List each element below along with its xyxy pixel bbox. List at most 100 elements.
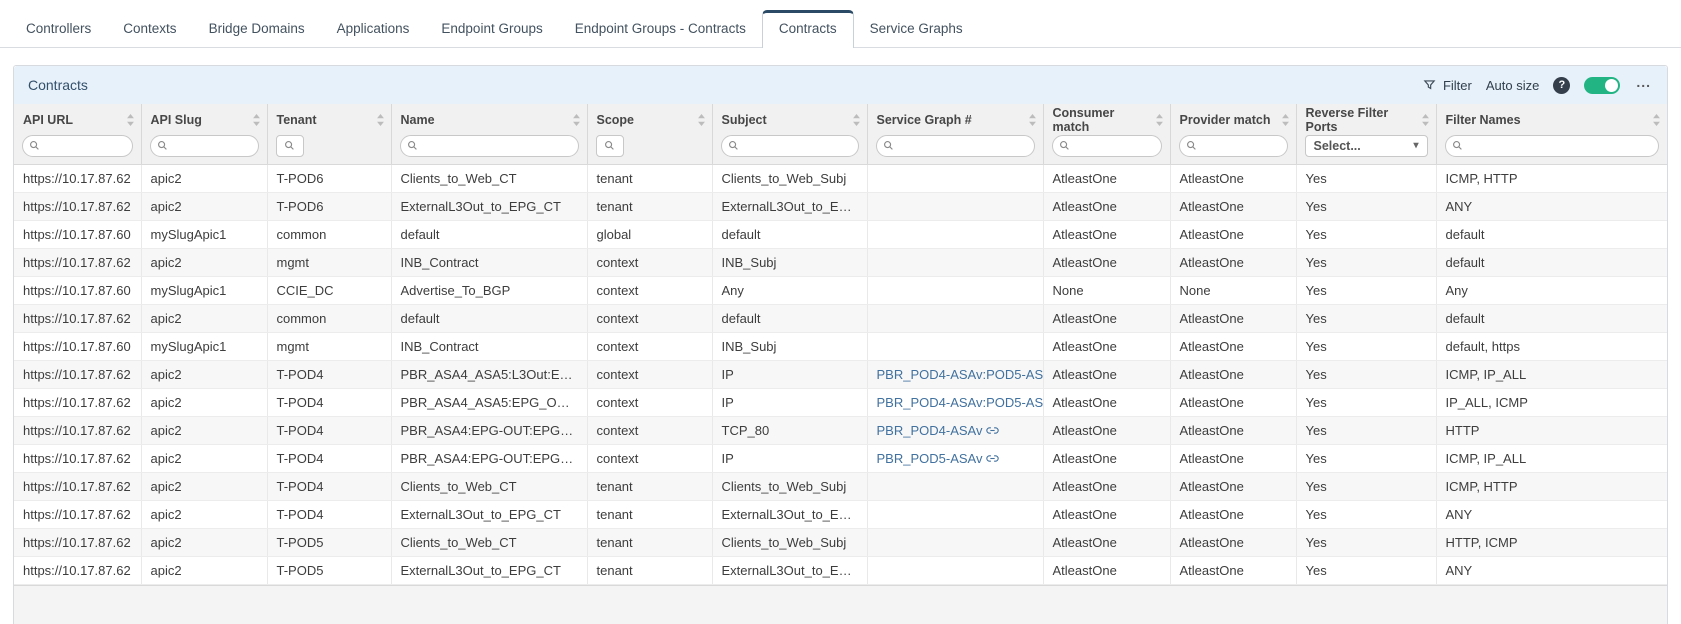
filter-input-filter-names[interactable] (1467, 139, 1653, 153)
cell-tenant: T-POD4 (267, 416, 391, 444)
cell-reverse-filter-ports: Yes (1296, 528, 1436, 556)
cell-api-slug: apic2 (141, 472, 267, 500)
column-header-reverse-filter-ports[interactable]: Reverse Filter Ports (1306, 106, 1417, 134)
sort-icon[interactable] (848, 114, 861, 126)
filter-search-provider-match[interactable] (1179, 135, 1288, 157)
filter-search-subject[interactable] (721, 135, 859, 157)
cell-filter-names: default (1436, 248, 1667, 276)
cell-subject: default (712, 304, 867, 332)
cell-service-graph: PBR_POD4-ASAv:POD5-ASAv (867, 360, 1043, 388)
filter-select-reverse-filter-ports[interactable]: Select...▾ (1305, 135, 1428, 157)
select-value: Select... (1314, 139, 1361, 153)
tab-endpoint-groups-contracts[interactable]: Endpoint Groups - Contracts (559, 11, 762, 47)
column-header-provider-match[interactable]: Provider match (1180, 113, 1271, 127)
column-header-consumer-match[interactable]: Consumer match (1053, 106, 1151, 134)
cell-name: Clients_to_Web_CT (391, 164, 587, 192)
filter-search-tenant[interactable] (276, 135, 304, 157)
cell-filter-names: ICMP, HTTP (1436, 472, 1667, 500)
sort-icon[interactable] (1024, 114, 1037, 126)
table-row[interactable]: https://10.17.87.62apic2T-POD6Clients_to… (14, 164, 1667, 192)
column-header-subject[interactable]: Subject (722, 113, 767, 127)
filter-input-consumer-match[interactable] (1074, 139, 1155, 153)
search-icon (407, 140, 418, 151)
column-header-service-graph[interactable]: Service Graph # (877, 113, 972, 127)
table-row[interactable]: https://10.17.87.62apic2T-POD4Clients_to… (14, 472, 1667, 500)
filter-input-provider-match[interactable] (1201, 139, 1281, 153)
column-header-scope[interactable]: Scope (597, 113, 635, 127)
overflow-menu-button[interactable]: ... (1634, 74, 1653, 96)
filter-search-api-url[interactable] (22, 135, 133, 157)
table-row[interactable]: https://10.17.87.62apic2T-POD5ExternalL3… (14, 556, 1667, 584)
cell-filter-names: HTTP, ICMP (1436, 528, 1667, 556)
filter-search-api-slug[interactable] (150, 135, 259, 157)
column-header-tenant[interactable]: Tenant (277, 113, 317, 127)
sort-icon[interactable] (248, 114, 261, 126)
filter-input-service-graph[interactable] (898, 139, 1028, 153)
service-graph-link[interactable]: PBR_POD4-ASAv (877, 423, 1000, 438)
cell-scope: context (587, 276, 712, 304)
sort-icon[interactable] (1417, 114, 1430, 126)
filter-input-subject[interactable] (743, 139, 852, 153)
sort-icon[interactable] (568, 114, 581, 126)
cell-name: ExternalL3Out_to_EPG_CT (391, 556, 587, 584)
table-row[interactable]: https://10.17.87.62apic2T-POD4PBR_ASA4:E… (14, 416, 1667, 444)
tab-service-graphs[interactable]: Service Graphs (854, 11, 979, 47)
column-header-filter-names[interactable]: Filter Names (1446, 113, 1521, 127)
sort-icon[interactable] (372, 114, 385, 126)
cell-scope: tenant (587, 500, 712, 528)
service-graph-link[interactable]: PBR_POD4-ASAv:POD5-ASAv (877, 367, 1044, 382)
cell-api-url: https://10.17.87.62 (14, 164, 141, 192)
table-row[interactable]: https://10.17.87.62apic2T-POD4ExternalL3… (14, 500, 1667, 528)
cell-consumer-match: AtleastOne (1043, 220, 1170, 248)
filter-search-scope[interactable] (596, 135, 624, 157)
filter-input-api-slug[interactable] (172, 139, 252, 153)
table-row[interactable]: https://10.17.87.62apic2commondefaultcon… (14, 304, 1667, 332)
auto-size-toggle[interactable] (1584, 77, 1620, 94)
column-header-api-url[interactable]: API URL (23, 113, 73, 127)
search-icon (29, 140, 40, 151)
cell-tenant: mgmt (267, 332, 391, 360)
help-icon[interactable]: ? (1553, 77, 1570, 94)
search-icon (1059, 140, 1070, 151)
table-row[interactable]: https://10.17.87.62apic2T-POD4PBR_ASA4_A… (14, 360, 1667, 388)
cell-api-slug: apic2 (141, 388, 267, 416)
cell-reverse-filter-ports: Yes (1296, 332, 1436, 360)
tab-bridge-domains[interactable]: Bridge Domains (193, 11, 321, 47)
toggle-knob (1605, 79, 1618, 92)
filter-search-consumer-match[interactable] (1052, 135, 1162, 157)
cell-name: default (391, 304, 587, 332)
tab-controllers[interactable]: Controllers (10, 11, 107, 47)
sort-icon[interactable] (693, 114, 706, 126)
tab-applications[interactable]: Applications (321, 11, 426, 47)
sort-icon[interactable] (1648, 114, 1661, 126)
table-row[interactable]: https://10.17.87.60mySlugApic1CCIE_DCAdv… (14, 276, 1667, 304)
filter-button[interactable]: Filter (1422, 78, 1472, 93)
service-graph-link[interactable]: PBR_POD5-ASAv (877, 451, 1000, 466)
table-row[interactable]: https://10.17.87.60mySlugApic1commondefa… (14, 220, 1667, 248)
column-header-api-slug[interactable]: API Slug (151, 113, 202, 127)
tab-contracts[interactable]: Contracts (762, 10, 854, 48)
service-graph-link[interactable]: PBR_POD4-ASAv:POD5-ASAv (877, 395, 1044, 410)
cell-name: INB_Contract (391, 332, 587, 360)
table-row[interactable]: https://10.17.87.62apic2T-POD4PBR_ASA4:E… (14, 444, 1667, 472)
tab-contexts[interactable]: Contexts (107, 11, 192, 47)
filter-search-service-graph[interactable] (876, 135, 1035, 157)
filter-search-name[interactable] (400, 135, 579, 157)
table-row[interactable]: https://10.17.87.62apic2T-POD6ExternalL3… (14, 192, 1667, 220)
table-row[interactable]: https://10.17.87.62apic2mgmtINB_Contract… (14, 248, 1667, 276)
filter-input-name[interactable] (422, 139, 572, 153)
table-row[interactable]: https://10.17.87.62apic2T-POD4PBR_ASA4_A… (14, 388, 1667, 416)
cell-provider-match: AtleastOne (1170, 500, 1296, 528)
sort-icon[interactable] (122, 114, 135, 126)
cell-consumer-match: AtleastOne (1043, 444, 1170, 472)
filter-input-api-url[interactable] (44, 139, 126, 153)
cell-subject: Clients_to_Web_Subj (712, 528, 867, 556)
column-header-name[interactable]: Name (401, 113, 435, 127)
filter-search-filter-names[interactable] (1445, 135, 1660, 157)
cell-filter-names: ICMP, IP_ALL (1436, 360, 1667, 388)
sort-icon[interactable] (1151, 114, 1164, 126)
table-row[interactable]: https://10.17.87.60mySlugApic1mgmtINB_Co… (14, 332, 1667, 360)
tab-endpoint-groups[interactable]: Endpoint Groups (425, 11, 558, 47)
table-row[interactable]: https://10.17.87.62apic2T-POD5Clients_to… (14, 528, 1667, 556)
sort-icon[interactable] (1277, 114, 1290, 126)
